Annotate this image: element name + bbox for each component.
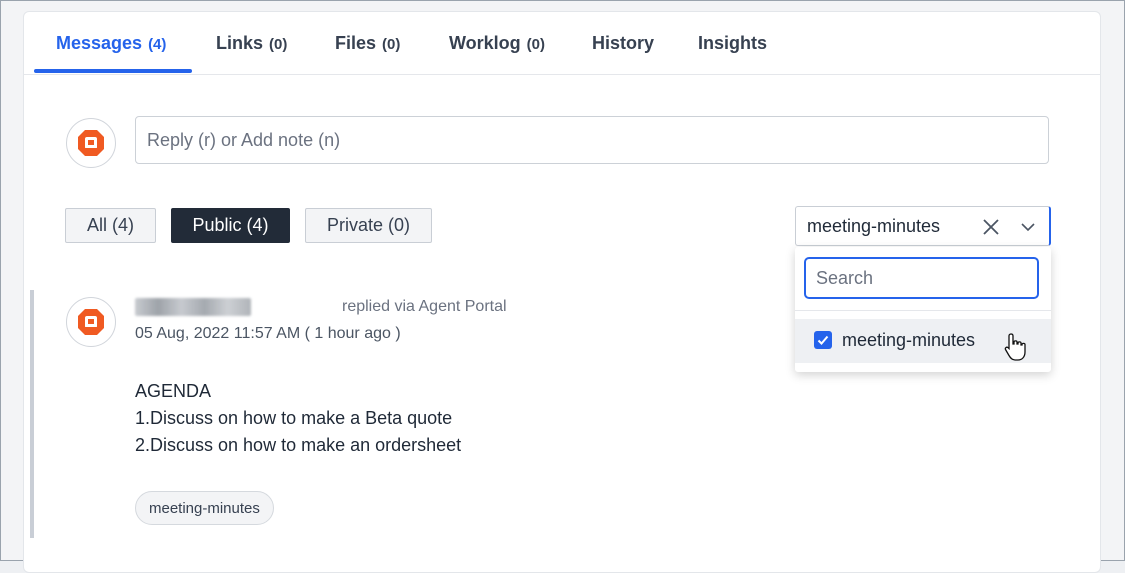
tab-links[interactable]: Links (0) bbox=[216, 33, 287, 54]
message-thread-indicator bbox=[30, 290, 34, 538]
reply-input[interactable] bbox=[135, 116, 1049, 164]
chevron-down-icon[interactable] bbox=[1018, 217, 1038, 237]
current-user-avatar bbox=[66, 118, 116, 168]
tag-option-meeting-minutes[interactable]: meeting-minutes bbox=[795, 319, 1051, 363]
filter-all-button[interactable]: All (4) bbox=[65, 208, 156, 243]
tab-worklog-count: (0) bbox=[526, 36, 546, 53]
message-body-line: AGENDA bbox=[135, 381, 212, 401]
filter-private-button[interactable]: Private (0) bbox=[305, 208, 432, 243]
tag-search-input[interactable] bbox=[804, 257, 1039, 299]
message-body-line: 2.Discuss on how to make an ordersheet bbox=[135, 435, 462, 455]
hand-pointer-cursor-icon bbox=[1004, 333, 1026, 361]
tab-worklog-label: Worklog bbox=[449, 33, 521, 53]
brand-logo-icon bbox=[78, 309, 104, 335]
dropdown-divider bbox=[795, 310, 1051, 311]
tab-links-label: Links bbox=[216, 33, 264, 53]
tab-files-label: Files bbox=[335, 33, 377, 53]
tab-insights[interactable]: Insights bbox=[698, 33, 767, 54]
app-frame: Messages (4) Links (0) Files (0) Worklog (0)… bbox=[0, 0, 1125, 573]
tab-insights-label: Insights bbox=[698, 33, 768, 53]
clear-icon[interactable] bbox=[980, 216, 1002, 238]
filter-public-button[interactable]: Public (4) bbox=[171, 208, 290, 243]
tag-filter-select[interactable]: meeting-minutes bbox=[795, 206, 1051, 246]
active-tab-indicator bbox=[34, 69, 192, 73]
checkbox-checked-icon[interactable] bbox=[814, 331, 832, 349]
author-name-redacted bbox=[135, 298, 251, 316]
tab-worklog[interactable]: Worklog (0) bbox=[449, 33, 545, 54]
tag-filter-value: meeting-minutes bbox=[807, 216, 941, 236]
tab-history[interactable]: History bbox=[592, 33, 654, 54]
tab-messages[interactable]: Messages (4) bbox=[56, 33, 166, 54]
tab-history-label: History bbox=[592, 33, 655, 53]
ticket-conversation-panel: Messages (4) Links (0) Files (0) Worklog (0)… bbox=[23, 11, 1101, 573]
message-tag-chip[interactable]: meeting-minutes bbox=[135, 491, 274, 525]
tab-files-count: (0) bbox=[382, 36, 401, 53]
brand-logo-icon bbox=[78, 130, 104, 156]
tab-messages-count: (4) bbox=[148, 36, 167, 53]
tab-bar: Messages (4) Links (0) Files (0) Worklog (0)… bbox=[24, 12, 1100, 75]
tab-links-count: (0) bbox=[269, 36, 288, 53]
message-timestamp: 05 Aug, 2022 11:57 AM ( 1 hour ago ) bbox=[135, 325, 401, 342]
reply-source: replied via Agent Portal bbox=[342, 298, 507, 315]
tag-filter-dropdown: meeting-minutes bbox=[795, 247, 1051, 372]
tab-messages-label: Messages bbox=[56, 33, 143, 53]
tag-option-label: meeting-minutes bbox=[842, 330, 976, 350]
tab-files[interactable]: Files (0) bbox=[335, 33, 400, 54]
author-avatar bbox=[66, 297, 116, 347]
message-body-line: 1.Discuss on how to make a Beta quote bbox=[135, 408, 453, 428]
